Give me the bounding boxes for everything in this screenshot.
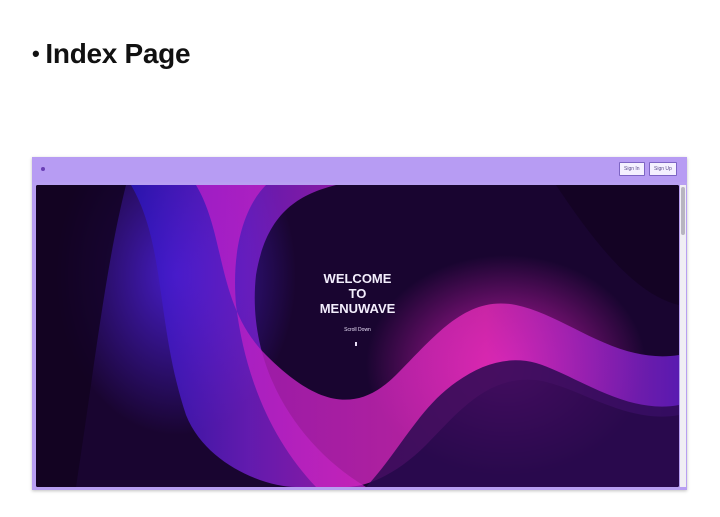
logo-dot-icon[interactable]	[41, 167, 45, 171]
sign-up-button[interactable]: Sign Up	[649, 162, 677, 176]
slide-heading: • Index Page	[32, 38, 191, 70]
hero-banner: WELCOME TO MENUWAVE Scroll Down	[36, 185, 679, 487]
sign-in-button[interactable]: Sign In	[619, 162, 645, 176]
scroll-arrow-icon[interactable]	[355, 342, 357, 346]
scroll-down-label[interactable]: Scroll Down	[36, 327, 679, 333]
bullet-icon: •	[32, 41, 40, 66]
navbar: Sign In Sign Up	[32, 157, 687, 182]
app-screenshot: Sign In Sign Up WELCOME TO MENUWAVE Scro…	[32, 157, 687, 490]
hero-title-line-1: WELCOME	[323, 271, 392, 286]
hero-title-line-3: MENUWAVE	[319, 301, 396, 316]
slide-heading-text: Index Page	[45, 38, 191, 69]
scrollbar-thumb[interactable]	[681, 187, 685, 235]
wave-background	[36, 185, 679, 487]
hero-title-line-2: TO	[348, 286, 367, 301]
